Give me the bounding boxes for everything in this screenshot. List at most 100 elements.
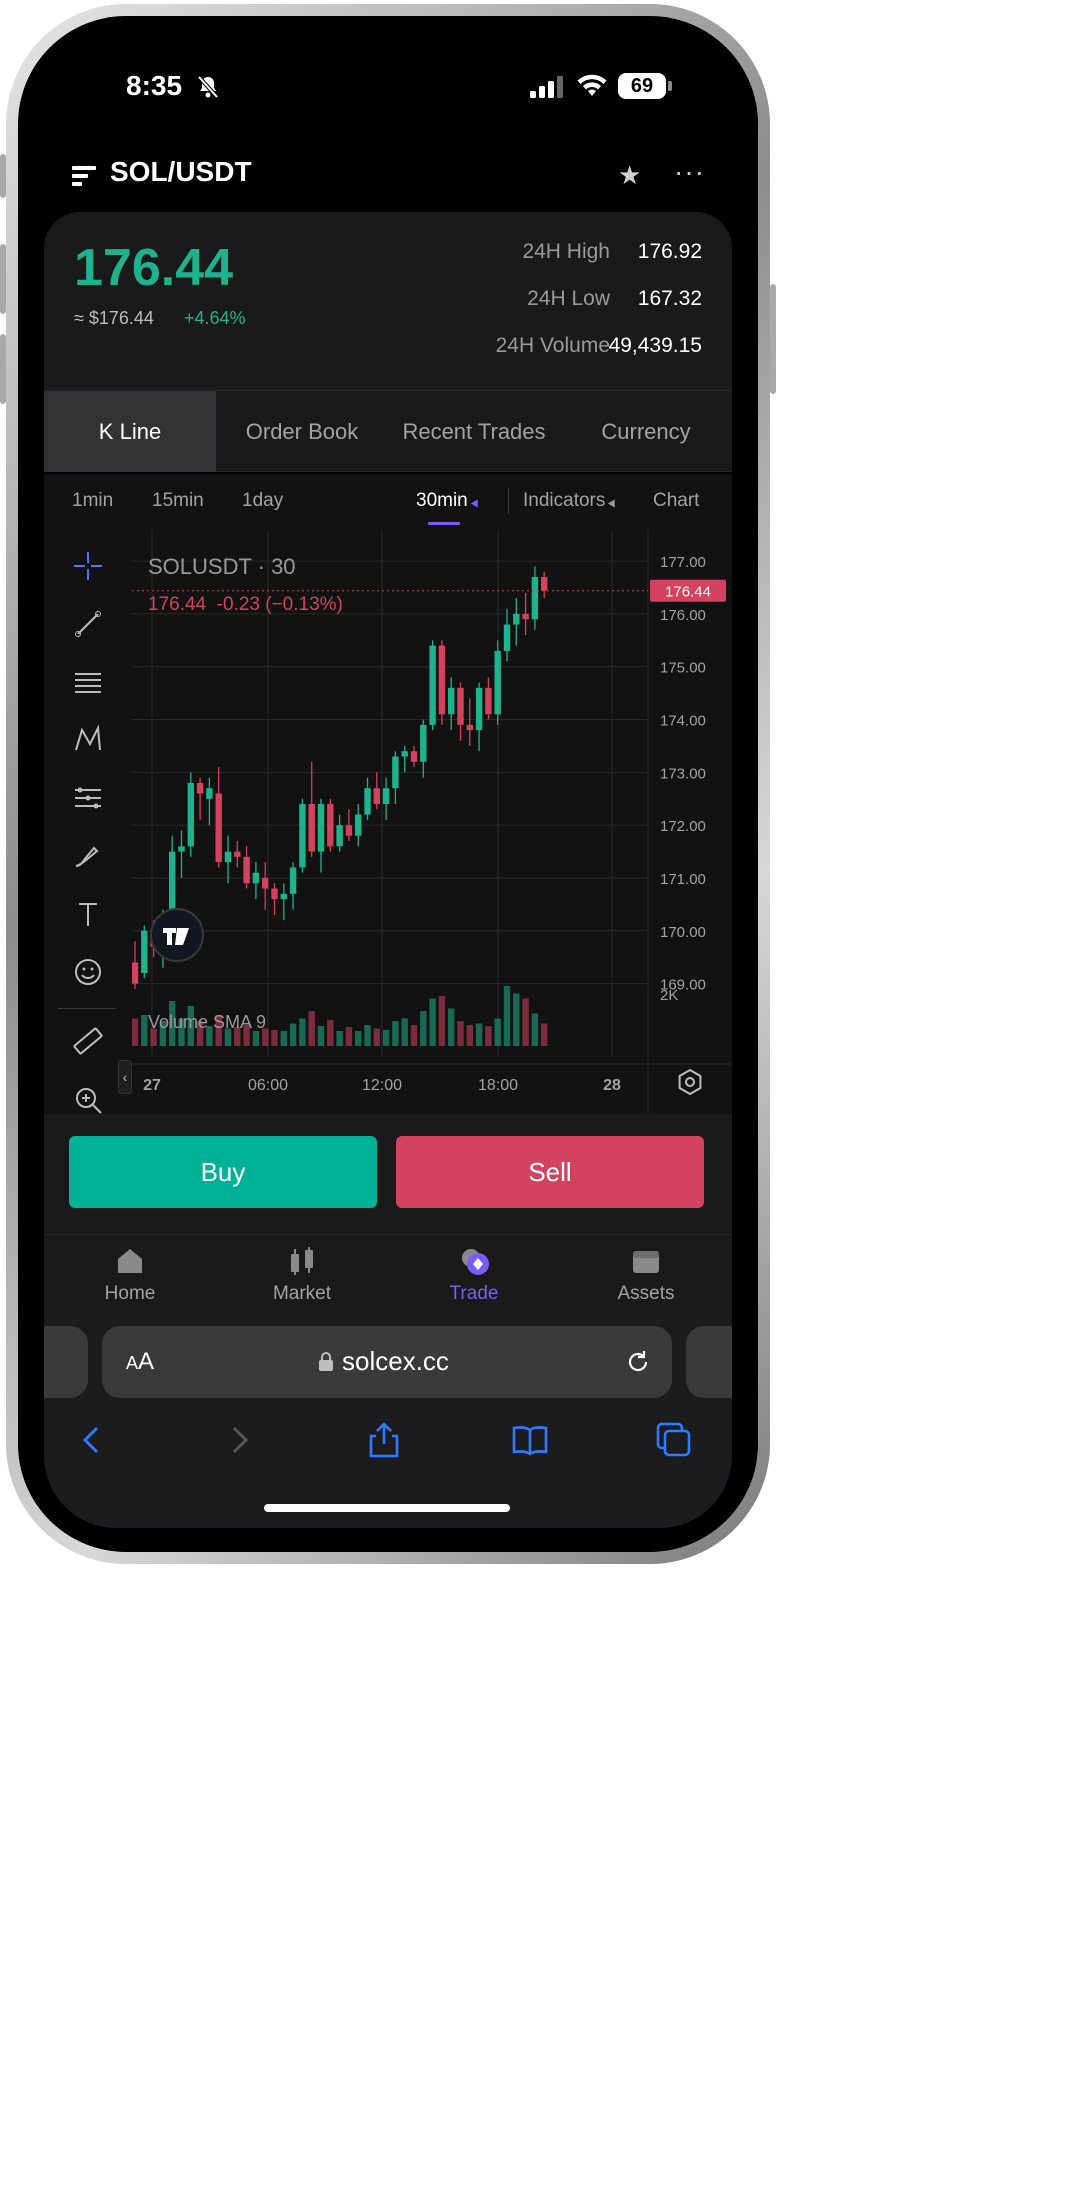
volume-bar — [382, 1030, 390, 1046]
nav-trade[interactable]: Trade — [388, 1235, 560, 1315]
address-bar[interactable]: AAAA solcex.cc — [102, 1326, 672, 1398]
drawing-toolbar: ‹ — [44, 530, 132, 1114]
prediction-icon[interactable] — [70, 780, 106, 816]
volume-bar — [299, 1018, 306, 1046]
cellular-signal-icon — [530, 76, 563, 98]
back-icon[interactable] — [72, 1420, 112, 1460]
candle-body — [448, 687, 455, 715]
usd-price: ≈ $176.44 — [74, 308, 154, 328]
tab-k-line[interactable]: K Line — [44, 391, 216, 472]
crosshair-icon[interactable] — [70, 548, 106, 584]
next-tab-preview[interactable] — [686, 1326, 732, 1398]
candle-body — [466, 724, 473, 731]
view-tabs: K Line Order Book Recent Trades Currency — [44, 390, 732, 472]
chart-area: ‹ 177.00 176.00 175.00 174.00 173.00 172.00 17… — [44, 530, 732, 1164]
interval-selected-label: 30min — [416, 490, 468, 511]
sell-button[interactable]: Sell — [396, 1136, 704, 1208]
candle-body — [513, 613, 520, 625]
forward-icon[interactable] — [219, 1420, 259, 1460]
interval-1min[interactable]: 1min — [72, 490, 113, 512]
interval-1day[interactable]: 1day — [242, 490, 283, 512]
buy-button[interactable]: Buy — [69, 1136, 377, 1208]
zoom-in-icon[interactable] — [70, 1082, 106, 1118]
home-indicator — [264, 1504, 510, 1512]
candle-body — [475, 687, 483, 731]
collapse-toolbar-icon[interactable]: ‹ — [118, 1060, 132, 1094]
volume-bar — [271, 1030, 278, 1046]
y-tick-label: 177.00 — [660, 554, 706, 571]
previous-tab-preview[interactable] — [44, 1326, 88, 1398]
reload-icon[interactable] — [624, 1348, 652, 1376]
stat-label-volume: 24H Volume — [495, 334, 610, 357]
more-options-icon[interactable]: ··· — [674, 156, 705, 188]
lock-icon — [319, 1352, 333, 1371]
text-size-button[interactable]: AAAA — [126, 1348, 154, 1376]
battery-level: 69 — [618, 73, 666, 99]
ruler-icon[interactable] — [70, 1024, 106, 1060]
pattern-icon[interactable] — [70, 722, 106, 758]
volume-bar — [336, 1031, 343, 1046]
candle-body — [299, 804, 306, 868]
volume-bar — [438, 996, 446, 1046]
status-time: 8:35 — [126, 70, 183, 101]
url-text: solcex.cc — [342, 1346, 449, 1376]
candle-body — [485, 687, 492, 715]
volume-bar — [373, 1028, 380, 1046]
tab-recent-trades[interactable]: Recent Trades — [388, 391, 560, 472]
interval-selected[interactable]: 30min — [416, 490, 481, 512]
share-icon[interactable] — [364, 1420, 404, 1460]
candle-body — [345, 825, 353, 836]
volume-bar — [401, 1018, 408, 1046]
pair-title[interactable]: SOL/USDT — [110, 156, 252, 188]
trend-line-icon[interactable] — [70, 606, 106, 642]
stat-value-high: 176.92 — [637, 240, 702, 263]
x-axis: 27 06:00 12:00 18:00 28 — [143, 1068, 702, 1096]
nav-assets[interactable]: Assets — [560, 1235, 732, 1315]
volume-bar — [308, 1011, 315, 1046]
favorite-star-icon[interactable]: ★ — [618, 160, 641, 191]
y-tick-label: 174.00 — [660, 713, 706, 730]
candle-body — [132, 962, 139, 984]
candle-body — [541, 576, 548, 591]
tab-order-book[interactable]: Order Book — [216, 391, 388, 472]
volume-tick-label: 2K — [660, 987, 678, 1004]
emoji-icon[interactable] — [70, 954, 106, 990]
brush-icon[interactable] — [70, 838, 106, 874]
volume-bar — [410, 1025, 418, 1046]
ticker-panel: 176.44 ≈ $176.44 +4.64% 24H High 176.92 … — [44, 212, 732, 390]
volume-bar — [141, 1015, 148, 1046]
candle-body — [224, 851, 232, 863]
x-tick-label: 18:00 — [478, 1077, 518, 1094]
volume-bar — [522, 998, 529, 1046]
menu-icon[interactable] — [72, 166, 96, 186]
chart-settings-icon[interactable] — [678, 1068, 702, 1096]
volume-bar — [289, 1023, 297, 1046]
volume-bar — [494, 1018, 501, 1046]
nav-market[interactable]: Market — [216, 1235, 388, 1315]
nav-home[interactable]: Home — [44, 1235, 216, 1315]
volume-bar — [317, 1026, 325, 1046]
candlestick-chart[interactable]: 177.00 176.00 175.00 174.00 173.00 172.00 171.… — [132, 530, 732, 1114]
x-tick-label: 27 — [143, 1077, 161, 1094]
tabs-icon[interactable] — [654, 1420, 694, 1460]
bookmarks-icon[interactable] — [510, 1420, 550, 1460]
y-tick-label: 172.00 — [660, 818, 706, 835]
text-tool-icon[interactable] — [70, 896, 106, 932]
tab-currency[interactable]: Currency — [560, 391, 732, 472]
volume-label: Volume SMA 9 — [148, 1012, 266, 1032]
volume-bar — [345, 1027, 353, 1046]
interval-15min[interactable]: 15min — [152, 490, 204, 512]
candle-body — [141, 930, 148, 974]
fib-retracement-icon[interactable] — [70, 664, 106, 700]
chart-toggle[interactable]: Chart — [653, 490, 699, 512]
volume-bar — [466, 1025, 473, 1046]
market-icon — [291, 1247, 313, 1275]
indicators-dropdown[interactable]: Indicators — [523, 490, 619, 512]
home-icon — [118, 1249, 142, 1273]
volume-down-button — [0, 334, 6, 404]
candle-body — [336, 825, 343, 847]
interval-caret-icon — [470, 497, 481, 508]
candle-body — [522, 613, 529, 620]
nav-trade-label: Trade — [449, 1283, 499, 1304]
ohlc-label: 176.44 -0.23 (−0.13%) — [148, 594, 343, 615]
